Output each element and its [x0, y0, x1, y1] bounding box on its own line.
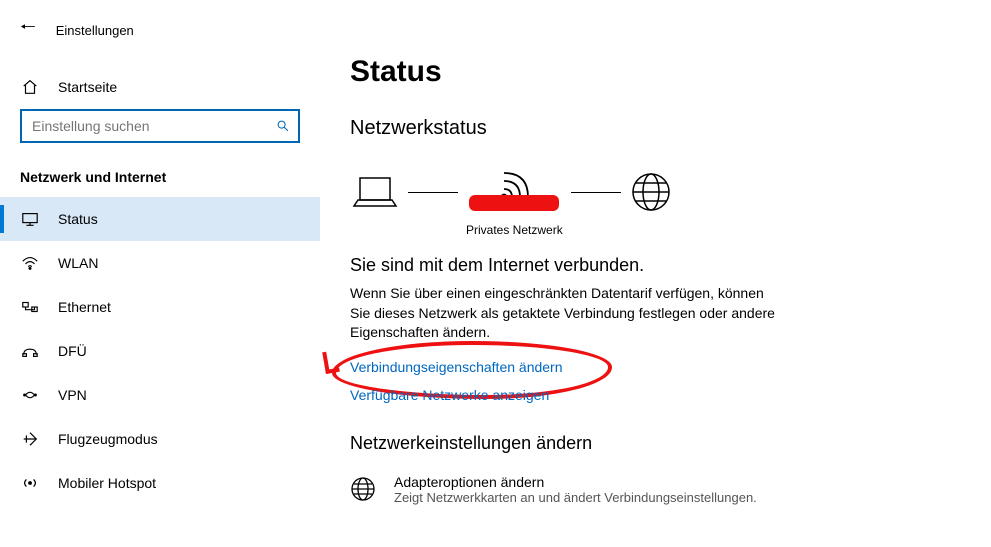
connection-line [408, 192, 458, 193]
adapter-title: Adapteroptionen ändern [394, 474, 757, 490]
connection-line [571, 192, 621, 193]
adapter-desc: Zeigt Netzwerkkarten an und ändert Verbi… [394, 490, 757, 505]
sidebar-section-header: Netzwerk und Internet [0, 159, 320, 197]
adapter-icon [350, 476, 376, 502]
nav-label: VPN [58, 387, 87, 403]
nav-label: Ethernet [58, 299, 111, 315]
network-diagram: Privates Netzwerk [350, 165, 951, 237]
search-wrap [0, 109, 320, 159]
sidebar-item-ethernet[interactable]: Ethernet [0, 285, 320, 329]
section-title: Netzwerk und Internet [20, 169, 166, 185]
wifi-block: Privates Netzwerk [466, 165, 563, 237]
sidebar-item-home[interactable]: Startseite [0, 65, 320, 109]
nav-label: Flugzeugmodus [58, 431, 158, 447]
sidebar-item-status[interactable]: Status [0, 197, 320, 241]
sidebar-item-hotspot[interactable]: Mobiler Hotspot [0, 461, 320, 505]
link-available-networks[interactable]: Verfügbare Netzwerke anzeigen [350, 387, 549, 403]
link-connection-properties[interactable]: Verbindungseigenschaften ändern [350, 359, 563, 375]
nav-label: Mobiler Hotspot [58, 475, 156, 491]
status-icon [20, 210, 40, 228]
wifi-icon [20, 254, 40, 272]
airplane-icon [20, 430, 40, 448]
nav-label: WLAN [58, 255, 98, 271]
laptop-icon [350, 172, 400, 212]
home-icon [20, 78, 40, 96]
connected-description: Wenn Sie über einen eingeschränkten Date… [350, 284, 780, 343]
main-content: Status Netzwerkstatus Privates Netzwerk [320, 0, 991, 547]
header: 🠐 Einstellungen [0, 15, 320, 65]
search-box[interactable] [20, 109, 300, 143]
adapter-text: Adapteroptionen ändern Zeigt Netzwerkkar… [394, 474, 757, 505]
globe-icon [629, 170, 673, 214]
search-input[interactable] [30, 117, 276, 135]
link-label: Verfügbare Netzwerke anzeigen [350, 387, 549, 403]
nav-label: DFÜ [58, 343, 87, 359]
app-title: Einstellungen [56, 23, 134, 38]
sidebar-item-vpn[interactable]: VPN [0, 373, 320, 417]
search-icon [276, 119, 290, 133]
network-status-title: Netzwerkstatus [350, 117, 951, 140]
sidebar-item-wlan[interactable]: WLAN [0, 241, 320, 285]
annotation-redaction [469, 195, 559, 211]
sidebar: 🠐 Einstellungen Startseite Netzwerk und … [0, 0, 320, 547]
change-settings-title: Netzwerkeinstellungen ändern [350, 433, 951, 454]
page-title: Status [350, 55, 951, 89]
sidebar-item-airplane[interactable]: Flugzeugmodus [0, 417, 320, 461]
hotspot-icon [20, 474, 40, 492]
annotation-mark [322, 350, 340, 374]
connected-title: Sie sind mit dem Internet verbunden. [350, 255, 951, 276]
vpn-icon [20, 386, 40, 404]
network-type-label: Privates Netzwerk [466, 223, 563, 237]
adapter-options[interactable]: Adapteroptionen ändern Zeigt Netzwerkkar… [350, 474, 951, 505]
ethernet-icon [20, 298, 40, 316]
dialup-icon [20, 342, 40, 360]
back-arrow-icon[interactable]: 🠐 [20, 15, 36, 45]
nav-label: Startseite [58, 79, 117, 95]
nav-label: Status [58, 211, 98, 227]
link-label: Verbindungseigenschaften ändern [350, 359, 563, 375]
sidebar-item-dialup[interactable]: DFÜ [0, 329, 320, 373]
